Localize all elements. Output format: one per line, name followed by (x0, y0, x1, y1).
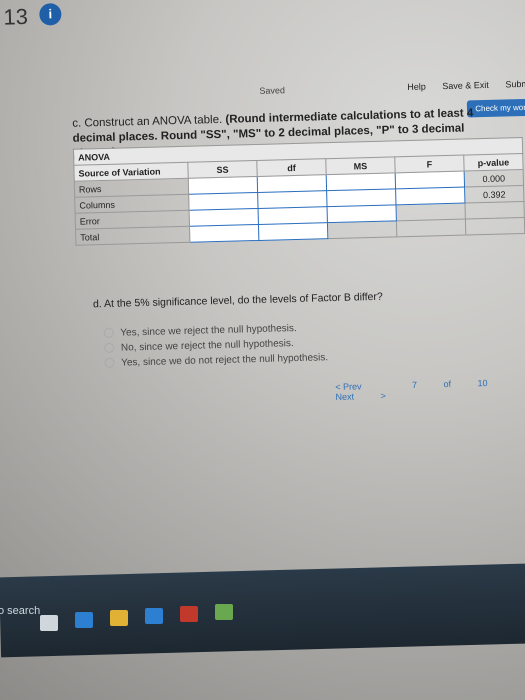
ss-input[interactable] (188, 176, 258, 195)
df-input[interactable] (258, 206, 328, 225)
ss-input[interactable] (189, 224, 259, 243)
col-ms: MS (325, 156, 396, 175)
screen: 13 i Saved Help Save & Exit Submit Check… (3, 0, 525, 600)
task-view-icon[interactable] (40, 615, 58, 631)
folder-icon[interactable] (110, 610, 128, 626)
ms-input[interactable] (326, 188, 396, 207)
df-input[interactable] (258, 222, 328, 241)
page-indicator: 7 of 10 (411, 378, 488, 390)
photo-background: 13 i Saved Help Save & Exit Submit Check… (0, 0, 525, 700)
p-value-cell: 0.000 (464, 169, 524, 188)
saved-status: Saved (259, 85, 286, 96)
edge-icon[interactable] (75, 612, 93, 628)
col-p-value: p-value (463, 153, 524, 172)
question-number: 13 (3, 3, 29, 30)
store-icon[interactable] (145, 608, 163, 624)
radio-icon[interactable] (104, 343, 115, 354)
help-link[interactable]: Help (407, 82, 426, 92)
col-ss: SS (187, 160, 258, 179)
taskbar-search[interactable]: o search (0, 605, 40, 617)
option-yes-reject[interactable]: Yes, since we reject the null hypothesis… (103, 323, 297, 339)
col-f: F (394, 155, 465, 173)
ss-input[interactable] (189, 208, 259, 227)
anova-table: ANOVA Source of Variation SS df MS F p-v… (73, 137, 525, 246)
ms-input[interactable] (327, 204, 397, 223)
row-source: Total (75, 226, 190, 246)
f-input[interactable] (395, 171, 465, 189)
radio-icon[interactable] (103, 328, 114, 339)
option-no-reject[interactable]: No, since we reject the null hypothesis. (104, 338, 294, 354)
save-exit-link[interactable]: Save & Exit (442, 80, 489, 91)
info-icon[interactable]: i (39, 3, 62, 26)
part-d-question: d. At the 5% significance level, do the … (92, 290, 383, 311)
ms-input[interactable] (326, 172, 396, 191)
top-links: Help Save & Exit Submit (393, 79, 525, 93)
app-icon[interactable] (215, 604, 233, 620)
col-df: df (256, 158, 327, 177)
df-input[interactable] (257, 190, 328, 209)
option-yes-not-reject[interactable]: Yes, since we do not reject the null hyp… (104, 352, 328, 369)
ss-input[interactable] (188, 192, 259, 211)
p-value-cell: 0.392 (464, 185, 524, 204)
question-prefix: c. Construct an ANOVA table. (72, 113, 223, 130)
submit-link[interactable]: Submit (505, 79, 525, 90)
df-input[interactable] (257, 174, 327, 193)
radio-icon[interactable] (104, 358, 115, 369)
taskbar (0, 562, 525, 658)
pagination: < Prev 7 of 10 Next > (335, 377, 525, 402)
next-button[interactable]: Next > (335, 391, 386, 402)
f-input[interactable] (395, 187, 465, 205)
app-icon[interactable] (180, 606, 198, 622)
